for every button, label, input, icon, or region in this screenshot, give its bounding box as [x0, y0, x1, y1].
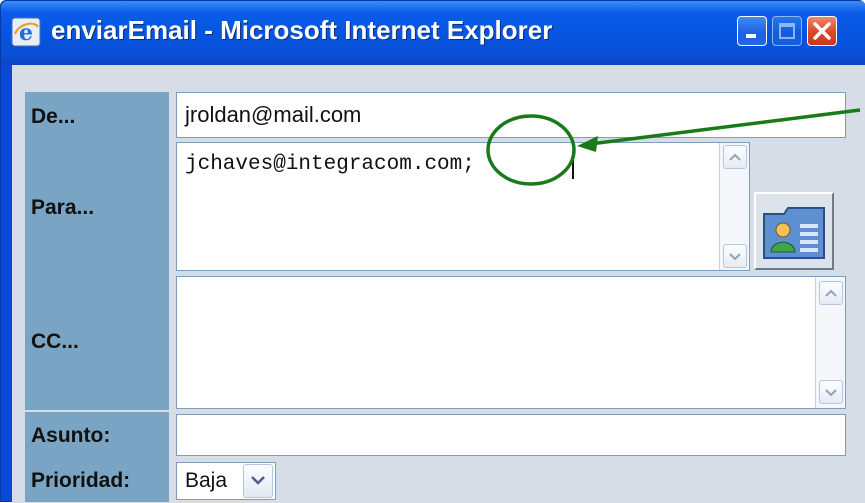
- annotation-circle: [486, 114, 576, 186]
- annotation-arrow-line: [589, 108, 861, 146]
- annotation-arrow-head: [577, 136, 598, 152]
- annotation-overlay: [486, 108, 861, 186]
